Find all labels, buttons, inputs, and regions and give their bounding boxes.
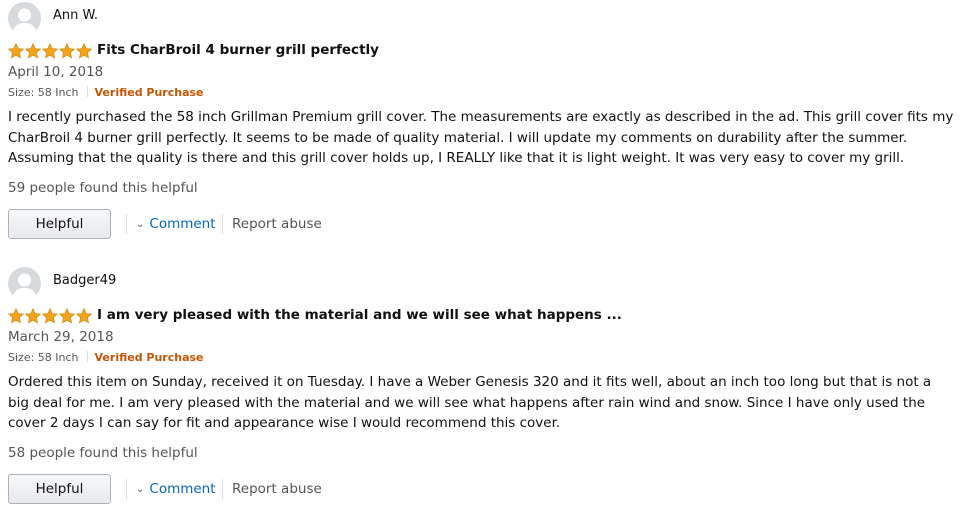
report-abuse-link[interactable]: Report abuse [232,216,322,232]
size-label[interactable]: Size: 58 Inch [8,86,79,99]
review-card: Ann W. Fits CharBroil 4 burner grill per… [0,0,960,254]
action-divider [126,214,127,234]
star-filled-icon [25,43,41,59]
review-meta: Size: 58 Inch Verified Purchase [8,86,204,99]
avatar[interactable] [8,267,41,300]
star-filled-icon [8,308,24,324]
star-filled-icon [8,43,24,59]
review-title[interactable]: I am very pleased with the material and … [97,307,622,323]
star-filled-icon [25,308,41,324]
helpful-button[interactable]: Helpful [8,209,111,239]
review-date: March 29, 2018 [8,329,114,345]
verified-purchase-badge: Verified Purchase [94,351,204,364]
report-abuse-link[interactable]: Report abuse [232,481,322,497]
star-filled-icon [59,308,75,324]
review-date: April 10, 2018 [8,64,104,80]
meta-divider [86,351,88,362]
comment-link[interactable]: ⌄ Comment [136,216,216,232]
review-title[interactable]: Fits CharBroil 4 burner grill perfectly [97,42,379,58]
action-divider [222,214,223,234]
helpful-button[interactable]: Helpful [8,474,111,504]
comment-link[interactable]: ⌄ Comment [136,481,216,497]
review-body: I recently purchased the 58 inch Grillma… [8,109,954,166]
action-divider [126,479,127,499]
meta-divider [86,86,88,97]
star-filled-icon [42,43,58,59]
chevron-down-icon: ⌄ [136,219,145,230]
star-filled-icon [59,43,75,59]
star-filled-icon [42,308,58,324]
reviewer-name[interactable]: Ann W. [53,8,98,23]
avatar[interactable] [8,2,41,35]
user-silhouette-icon [12,273,37,300]
comment-label[interactable]: Comment [149,481,215,497]
size-label[interactable]: Size: 58 Inch [8,351,79,364]
chevron-down-icon: ⌄ [136,484,145,495]
review-body: Ordered this item on Sunday, received it… [8,374,932,431]
verified-purchase-badge: Verified Purchase [94,86,204,99]
helpful-count: 58 people found this helpful [8,445,198,461]
reviewer-name[interactable]: Badger49 [53,273,116,288]
review-meta: Size: 58 Inch Verified Purchase [8,351,204,364]
comment-label[interactable]: Comment [149,216,215,232]
action-divider [222,479,223,499]
helpful-count: 59 people found this helpful [8,180,198,196]
star-filled-icon [76,308,92,324]
star-filled-icon [76,43,92,59]
user-silhouette-icon [12,8,37,35]
review-card: Badger49 I am very pleased with the mate… [0,265,960,519]
